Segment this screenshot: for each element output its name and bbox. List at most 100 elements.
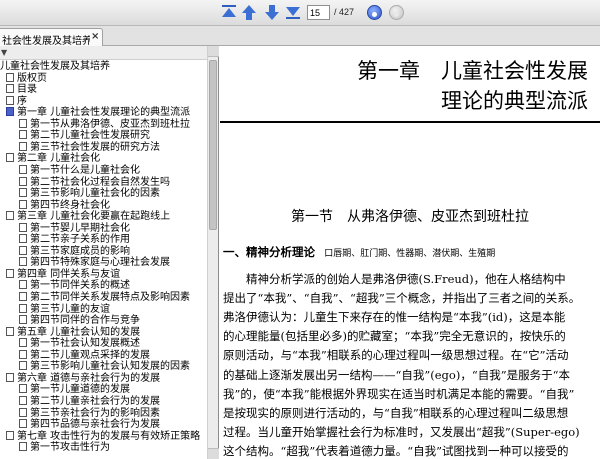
back-button[interactable]: [389, 5, 404, 20]
toc-item-label: 第一节社会认知发展概述: [30, 338, 140, 350]
toc-item-label: 第二节社会化过程会自然发生吗: [30, 176, 170, 188]
body-line: 精神分析学派的创始人是弗洛伊德(S.Freud)，他在人格结构中: [223, 272, 566, 286]
goto-button[interactable]: [367, 5, 382, 20]
toc-item-label: 第一节什么是儿童社会化: [30, 164, 140, 176]
page-marker-icon: [19, 407, 27, 417]
toc-item[interactable]: 第一章 儿童社会性发展理论的典型流派: [6, 107, 190, 119]
toc-item-label: 第四节品德与亲社会行为发展: [30, 419, 160, 431]
goto-icon: [372, 12, 377, 17]
body-line: 的心理能量(包括里必多)的贮藏室；“本我”完全无意识的，按快乐的: [223, 329, 566, 344]
subheading-keywords: 口唇期、肛门期、性器期、潜伏期、生殖期: [324, 249, 496, 259]
toc-item[interactable]: 第三章 儿童社会化要赢在起跑线上: [6, 211, 170, 223]
toc-item-label: 第六章 道德与亲社会行为的发展: [17, 372, 161, 384]
page-marker-icon: [19, 164, 27, 174]
toc-item[interactable]: 第一节同伴关系的概述: [19, 280, 130, 292]
toc-item[interactable]: 第一节社会认知发展概述: [19, 338, 140, 350]
page-marker-icon: [19, 292, 27, 301]
page-marker-icon: [19, 199, 27, 209]
prev-page-icon: [242, 5, 256, 20]
body-line: 原则活动，与“本我”相联系的心理过程叫一级思想过程。在“它”活动: [223, 348, 569, 363]
toc-item[interactable]: 第二节社会化过程会自然发生吗: [19, 176, 170, 189]
page-marker-icon: [19, 303, 27, 313]
prev-page-button[interactable]: [241, 4, 257, 21]
body-line: 过程。当儿童开始掌握社会行为标准时，又发展出“超我”(Super-ego): [223, 424, 580, 439]
page-marker-icon: [19, 349, 27, 359]
subheading-main: 一、精神分析理论: [223, 245, 315, 259]
toc-item[interactable]: 序: [6, 95, 27, 108]
toc-item-label: 第三节影响儿童社会认知发展的因素: [30, 361, 190, 373]
page-marker-icon: [6, 430, 14, 440]
toc-item-label: 第三节影响儿童社会化的因素: [30, 188, 160, 200]
toc-tree: 儿童社会性发展及其培养 版权页 目录序第一章 儿童社会性发展理论的典型流派 第一节从弗…: [0, 60, 208, 459]
page-marker-icon: [19, 338, 27, 348]
toc-item[interactable]: 第三节儿童的友谊: [19, 303, 110, 316]
toc-item[interactable]: 第一节什么是儿童社会化: [19, 164, 140, 177]
page-marker-icon: [19, 395, 27, 405]
toc-item[interactable]: 第四节同伴的合作与竞争: [19, 315, 140, 327]
toc-item-label: 第三章 儿童社会化要赢在起跑线上: [17, 211, 171, 223]
toc-item[interactable]: 第七章 攻击性行为的发展与有效矫正策略: [6, 430, 201, 443]
toc-item[interactable]: 第一节婴儿早期社会化: [19, 222, 130, 235]
toc-item[interactable]: 第三节亲社会行为的影响因素: [19, 407, 160, 420]
page-marker-icon: [19, 280, 27, 290]
collapse-arrow-icon[interactable]: ▼: [1, 48, 7, 57]
body-line: 提出了“本我”、“自我”、“超我”三个概念，并指出了三者之间的关系。: [223, 291, 581, 306]
document-tab[interactable]: 社会性发展及其培养) ×: [0, 28, 103, 47]
toc-item[interactable]: 第二节儿童亲社会行为的发展: [19, 395, 160, 408]
chapter-title: 第一章 儿童社会性发展 理论的典型流派: [357, 56, 588, 116]
toc-item[interactable]: 版权页: [6, 72, 47, 85]
toolbar: / 427: [0, 0, 600, 26]
toc-item[interactable]: 第一节攻击性行为: [19, 442, 110, 454]
next-page-button[interactable]: [264, 4, 280, 21]
toc-item-label: 序: [17, 95, 27, 107]
page-marker-icon: [19, 222, 27, 232]
toc-scrollbar[interactable]: [207, 46, 219, 459]
scroll-thumb[interactable]: [209, 60, 217, 230]
chapter-divider: [220, 121, 600, 123]
toc-item-label: 第一节从弗洛伊德、皮亚杰到班杜拉: [30, 118, 190, 130]
toc-item[interactable]: 第二节亲子关系的作用: [19, 234, 130, 246]
toc-item[interactable]: 第四节品德与亲社会行为发展: [19, 419, 160, 431]
toc-item-label: 儿童社会性发展及其培养: [0, 61, 110, 72]
page-marker-icon: [19, 118, 27, 128]
body-line: 的基础上逐渐发展出另一结构——“自我”(ego)，“自我”是服务于“本: [223, 367, 570, 382]
page-marker-icon: [19, 188, 27, 198]
toc-item[interactable]: 第三节影响儿童社会化的因素: [19, 188, 160, 200]
page-number-input[interactable]: [307, 5, 330, 20]
toc-item[interactable]: 第四节特殊家庭与心理社会发展: [19, 257, 170, 269]
page-marker-icon: [6, 95, 14, 105]
back-icon: [394, 12, 399, 17]
page-marker-icon: [19, 141, 27, 151]
body-line: 是按现实的原则进行活动的，与“自我”相联系的心理过程叫二级思想: [223, 405, 569, 420]
document-page: 第一章 儿童社会性发展 理论的典型流派 第一节 从弗洛伊德、皮亚杰到班杜拉 一、…: [220, 46, 600, 459]
toc-item[interactable]: 第二节同伴关系发展特点及影响因素: [19, 292, 190, 304]
page-marker-icon: [19, 361, 27, 371]
toc-item[interactable]: 第一节儿童道德的发展: [19, 384, 130, 396]
last-page-icon: [286, 7, 300, 19]
first-page-button[interactable]: [221, 4, 237, 21]
scroll-up-arrow[interactable]: [208, 46, 219, 57]
last-page-button[interactable]: [285, 4, 301, 21]
toc-item[interactable]: 儿童社会性发展及其培养: [0, 61, 110, 73]
tab-close-icon[interactable]: ×: [91, 31, 99, 42]
toc-item-label: 第三节儿童的友谊: [30, 303, 110, 315]
toc-item[interactable]: 第三节家庭成员的影响: [19, 245, 130, 258]
subheading: 一、精神分析理论 口唇期、肛门期、性器期、潜伏期、生殖期: [223, 244, 495, 260]
toc-item-label: 第二节亲子关系的作用: [30, 234, 130, 246]
page-marker-icon: [19, 130, 27, 140]
toc-item-label: 第三节家庭成员的影响: [30, 245, 130, 257]
scroll-down-arrow[interactable]: [208, 448, 219, 459]
page-marker-icon: [19, 442, 27, 452]
toc-item[interactable]: 第二节儿童社会性发展研究: [19, 130, 150, 142]
toc-item-label: 第二章 儿童社会化: [17, 153, 101, 165]
toc-item-label: 第七章 攻击性行为的发展与有效矫正策略: [17, 430, 201, 442]
toc-item[interactable]: 第三节影响儿童社会认知发展的因素: [19, 361, 190, 373]
toc-item[interactable]: 第二节儿童观点采择的发展: [19, 349, 150, 362]
toc-item[interactable]: 第一节从弗洛伊德、皮亚杰到班杜拉: [19, 118, 190, 131]
toc-panel: ▼ 儿童社会性发展及其培养 版权页 目录序第一章 儿童社会性发展理论的典型流派 第一节…: [0, 46, 219, 459]
toc-item-label: 第四章 同伴关系与友谊: [17, 268, 121, 280]
toc-item[interactable]: 目录: [6, 84, 37, 96]
toc-item[interactable]: 第四节终身社会化: [19, 199, 110, 212]
toc-item[interactable]: 第二章 儿童社会化: [6, 153, 100, 165]
toc-item[interactable]: 第五章 儿童社会认知的发展: [6, 326, 140, 339]
